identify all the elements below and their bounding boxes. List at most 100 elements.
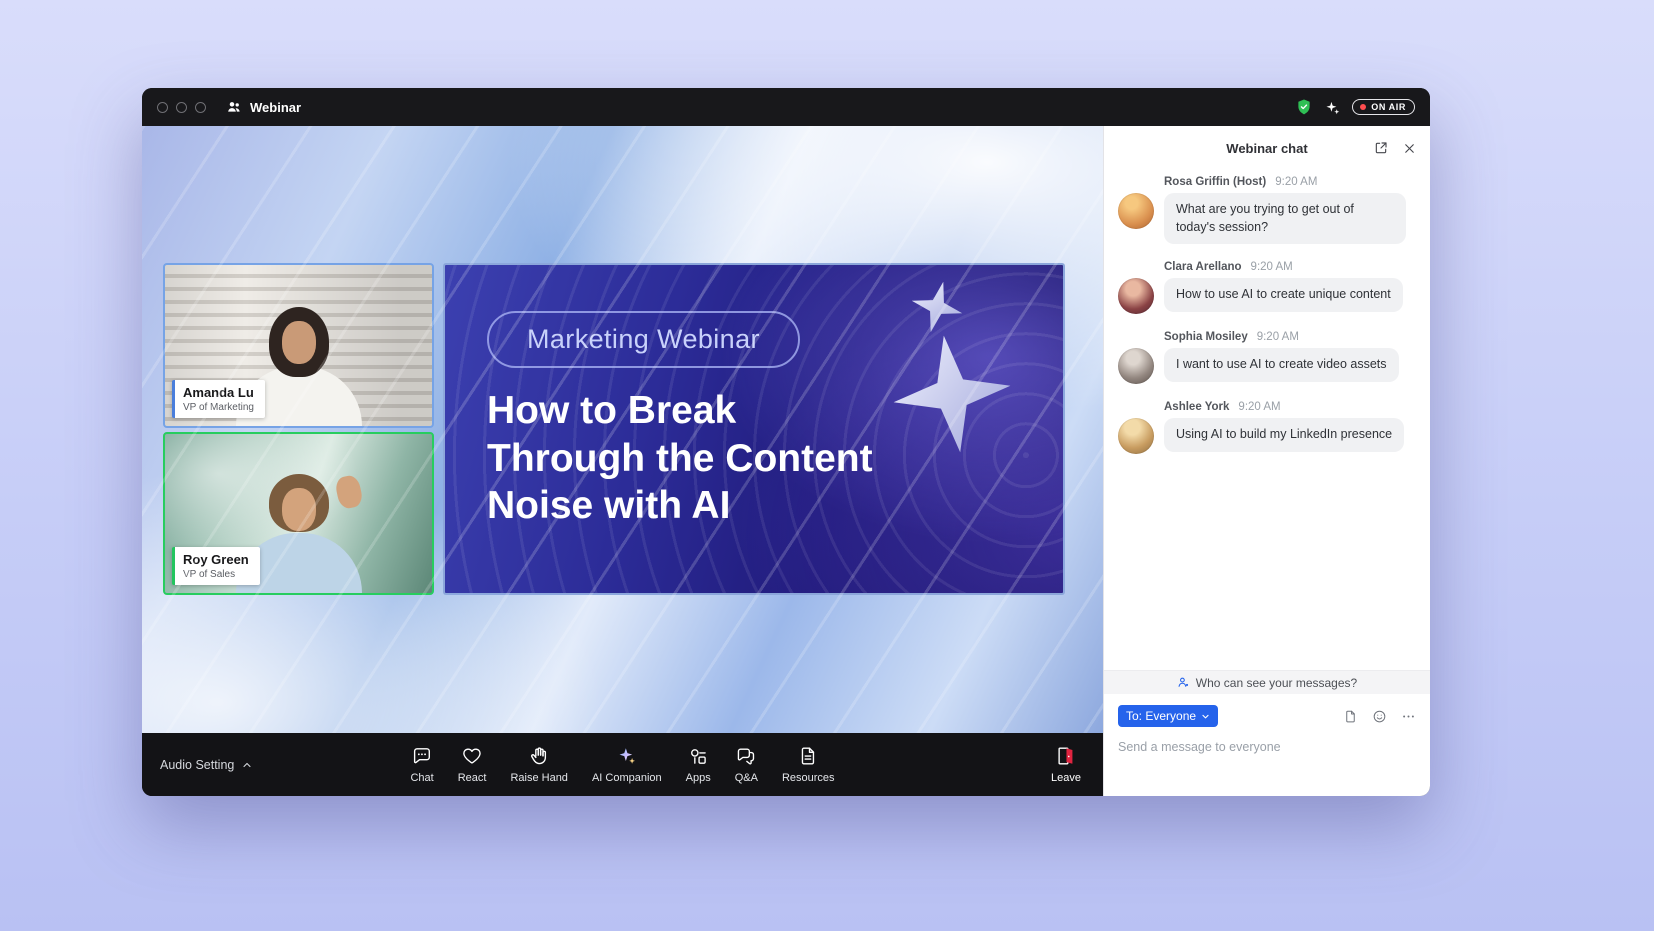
sparkle-icon: [616, 745, 638, 767]
message-bubble: How to use AI to create unique content: [1164, 278, 1403, 312]
tool-label: Apps: [686, 772, 711, 784]
window-zoom-button[interactable]: [195, 102, 206, 113]
qa-button[interactable]: Q&A: [725, 745, 768, 784]
message-bubble: What are you trying to get out of today'…: [1164, 193, 1406, 244]
chat-composer: To: Everyone: [1104, 694, 1430, 796]
main-area: Amanda Lu VP of Marketing Roy Green VP o…: [142, 126, 1430, 796]
resources-button[interactable]: Resources: [772, 745, 845, 784]
stage-column: Amanda Lu VP of Marketing Roy Green VP o…: [142, 126, 1103, 796]
audio-setting-button[interactable]: Audio Setting: [160, 758, 253, 772]
message-bubble: I want to use AI to create video assets: [1164, 348, 1399, 382]
message-bubble: Using AI to build my LinkedIn presence: [1164, 418, 1404, 452]
meeting-toolbar: Audio Setting Chat: [142, 733, 1103, 796]
webinar-window: Webinar ON AIR: [142, 88, 1430, 796]
raised-hand-icon: [528, 745, 550, 767]
message-privacy-note[interactable]: Who can see your messages?: [1104, 670, 1430, 694]
avatar: [1118, 348, 1154, 384]
chat-message-list: Rosa Griffin (Host) 9:20 AM What are you…: [1104, 170, 1430, 670]
raise-hand-button[interactable]: Raise Hand: [500, 745, 577, 784]
slide-badge: Marketing Webinar: [487, 311, 800, 368]
recipient-selector[interactable]: To: Everyone: [1118, 705, 1218, 727]
leave-door-icon: [1055, 745, 1077, 767]
tool-label: Q&A: [735, 772, 758, 784]
tool-label: Raise Hand: [510, 772, 567, 784]
close-icon[interactable]: [1402, 141, 1417, 156]
emoji-icon[interactable]: [1372, 709, 1387, 724]
chat-message: Ashlee York 9:20 AM Using AI to build my…: [1118, 401, 1416, 454]
slide-title-line: Noise with AI: [487, 482, 873, 530]
apps-button[interactable]: Apps: [676, 745, 721, 784]
leave-button[interactable]: Leave: [1051, 745, 1081, 784]
window-minimize-button[interactable]: [176, 102, 187, 113]
nametag-amanda: Amanda Lu VP of Marketing: [172, 380, 265, 418]
ai-companion-status-icon[interactable]: [1324, 99, 1341, 116]
message-author: Clara Arellano: [1164, 261, 1242, 273]
ai-companion-button[interactable]: AI Companion: [582, 745, 672, 784]
slide-title-line: How to Break: [487, 387, 873, 435]
title-bar-status: ON AIR: [1295, 98, 1415, 116]
message-time: 9:20 AM: [1257, 331, 1299, 343]
tool-label: React: [458, 772, 487, 784]
audio-setting-label: Audio Setting: [160, 758, 234, 772]
chat-bubble-icon: [411, 745, 433, 767]
on-air-dot-icon: [1360, 104, 1366, 110]
tool-label: Resources: [782, 772, 835, 784]
slide-star-decoration-large: [885, 327, 1018, 460]
chat-header: Webinar chat: [1104, 126, 1430, 170]
shared-slide: Marketing Webinar How to Break Through t…: [443, 263, 1065, 595]
title-bar: Webinar ON AIR: [142, 88, 1430, 126]
more-options-icon[interactable]: [1401, 709, 1416, 724]
slide-title-line: Through the Content: [487, 435, 873, 483]
chat-message: Rosa Griffin (Host) 9:20 AM What are you…: [1118, 176, 1416, 244]
security-shield-icon[interactable]: [1295, 98, 1313, 116]
window-title: Webinar: [250, 100, 301, 115]
video-tile-amanda[interactable]: Amanda Lu VP of Marketing: [163, 263, 434, 428]
react-button[interactable]: React: [448, 745, 497, 784]
chevron-down-icon: [1201, 712, 1210, 721]
window-controls: [157, 102, 206, 113]
participant-name: Roy Green: [183, 552, 249, 567]
video-stage: Amanda Lu VP of Marketing Roy Green VP o…: [142, 126, 1103, 733]
slide-star-decoration-small: [905, 275, 968, 338]
avatar: [1118, 193, 1154, 229]
window-close-button[interactable]: [157, 102, 168, 113]
window-title-group: Webinar: [226, 99, 301, 115]
message-author: Sophia Mosiley: [1164, 331, 1248, 343]
avatar: [1118, 418, 1154, 454]
tool-label: AI Companion: [592, 772, 662, 784]
participants-icon: [226, 99, 242, 115]
attach-file-icon[interactable]: [1343, 709, 1358, 724]
apps-icon: [687, 745, 709, 767]
on-air-label: ON AIR: [1371, 102, 1406, 112]
chat-message: Clara Arellano 9:20 AM How to use AI to …: [1118, 261, 1416, 314]
message-time: 9:20 AM: [1251, 261, 1293, 273]
recipient-label: To: Everyone: [1126, 709, 1196, 723]
slide-title: How to Break Through the Content Noise w…: [487, 387, 873, 530]
privacy-note-label: Who can see your messages?: [1196, 676, 1357, 690]
message-time: 9:20 AM: [1275, 176, 1317, 188]
chat-header-title: Webinar chat: [1226, 141, 1307, 156]
composer-icons: [1343, 709, 1416, 724]
chat-header-icons: [1373, 126, 1417, 170]
toolbar-buttons: Chat React: [400, 745, 844, 784]
chat-button[interactable]: Chat: [400, 745, 443, 784]
pop-out-icon[interactable]: [1373, 140, 1389, 156]
on-air-badge: ON AIR: [1352, 99, 1415, 115]
participant-role: VP of Marketing: [183, 402, 254, 413]
chat-message: Sophia Mosiley 9:20 AM I want to use AI …: [1118, 331, 1416, 384]
tool-label: Chat: [410, 772, 433, 784]
avatar: [1118, 278, 1154, 314]
participant-name: Amanda Lu: [183, 385, 254, 400]
chat-message-input[interactable]: Send a message to everyone: [1118, 740, 1416, 754]
message-author: Ashlee York: [1164, 401, 1229, 413]
chevron-up-icon: [241, 759, 253, 771]
document-icon: [797, 745, 819, 767]
video-tile-roy[interactable]: Roy Green VP of Sales: [163, 432, 434, 595]
participant-role: VP of Sales: [183, 569, 249, 580]
message-time: 9:20 AM: [1238, 401, 1280, 413]
message-author: Rosa Griffin (Host): [1164, 176, 1266, 188]
qa-bubbles-icon: [735, 745, 757, 767]
leave-label: Leave: [1051, 772, 1081, 784]
privacy-person-icon: [1177, 676, 1190, 689]
heart-icon: [461, 745, 483, 767]
